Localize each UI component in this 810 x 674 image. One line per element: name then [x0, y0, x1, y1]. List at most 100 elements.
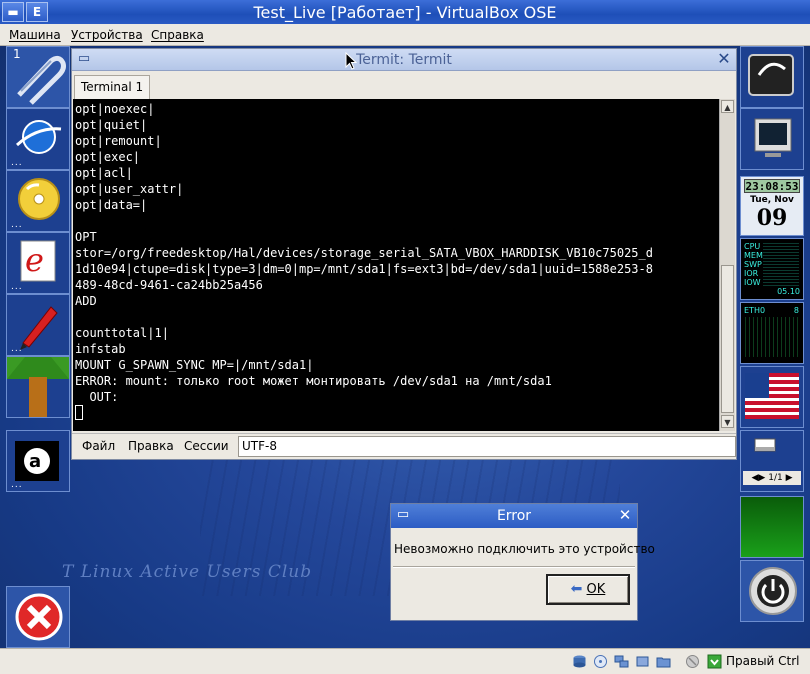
- date-weekday: Tue, Nov: [750, 195, 794, 205]
- terminal-icon: [748, 54, 794, 96]
- drive-icon: [754, 438, 776, 452]
- window-title: Test_Live [Работает] - VirtualBox OSE: [253, 3, 557, 22]
- close-icon[interactable]: ✕: [617, 508, 633, 523]
- terminal-line: stor=/org/freedesktop/Hal/devices/storag…: [75, 246, 653, 260]
- termit-titlebar[interactable]: ▭ Termit: Termit ✕: [72, 49, 736, 71]
- sysmon-value: 05.10: [777, 287, 800, 296]
- mouse-cursor-icon: [345, 52, 357, 70]
- terminal-scrollbar[interactable]: ▲ ▼: [719, 99, 735, 431]
- terminal-line: ADD: [75, 294, 97, 308]
- termit-title: Termit: Termit: [356, 52, 452, 68]
- divider: [393, 566, 635, 568]
- terminal-line: ERROR: mount: только root может монтиров…: [75, 374, 552, 388]
- scroll-down-icon[interactable]: ▼: [721, 415, 734, 428]
- terminal-line: opt|user_xattr|: [75, 182, 184, 196]
- dock-item-cd[interactable]: ...: [6, 170, 70, 232]
- ok-label: OK: [586, 582, 606, 597]
- dock-item-power[interactable]: [740, 560, 804, 622]
- menu-file[interactable]: Файл: [82, 439, 115, 453]
- dock-item-desktop-pager[interactable]: 1: [6, 46, 70, 108]
- svg-text:a: a: [29, 451, 41, 472]
- terminal-line: 489-48cd-9461-ca24bb25a456: [75, 278, 263, 292]
- monitor-icon: [754, 118, 792, 157]
- host-key-icon[interactable]: [707, 654, 722, 669]
- usb-icon[interactable]: [635, 654, 650, 669]
- us-flag-icon: [745, 373, 799, 419]
- termit-menubar: Файл Правка Сессии UTF-8: [72, 433, 736, 459]
- shared-folders-icon[interactable]: [656, 654, 671, 669]
- error-message: Невозможно подключить это устройство: [394, 542, 655, 556]
- menu-devices[interactable]: Устройства: [71, 28, 143, 42]
- sysmon-widget: CPU MEM SWP IOR IOW 05.10: [740, 238, 804, 300]
- terminal-line: opt|data=|: [75, 198, 148, 212]
- clock-widget: 23:08:53 Tue, Nov 09: [740, 176, 804, 236]
- terminal-prompt: [75, 405, 719, 421]
- desktop-number: 1: [13, 47, 21, 61]
- close-icon[interactable]: ✕: [716, 51, 732, 67]
- dock-item-terminal[interactable]: [740, 46, 804, 108]
- vbox-statusbar: Правый Ctrl: [0, 648, 810, 674]
- power-icon: [749, 567, 797, 615]
- terminal-line: opt|remount|: [75, 134, 162, 148]
- terminal-line: counttotal|1|: [75, 326, 169, 340]
- terminal-line: OUT:: [75, 390, 119, 404]
- dock-item-green[interactable]: [740, 496, 804, 558]
- mouse-integration-icon[interactable]: [685, 654, 700, 669]
- terminal-line: 1d10e94|ctupe=disk|type=3|dm=0|mp=/mnt/s…: [75, 262, 653, 276]
- pager-next-icon[interactable]: ▶: [783, 473, 793, 483]
- menu-help[interactable]: Справка: [151, 28, 204, 42]
- dock-item-monitor[interactable]: [740, 108, 804, 170]
- svg-text:e: e: [25, 241, 44, 279]
- right-dock: 23:08:53 Tue, Nov 09 CPU MEM SWP IOR IOW…: [740, 46, 806, 626]
- pager-prev-icon[interactable]: ◀▶: [752, 473, 769, 483]
- error-title: Error: [496, 508, 532, 524]
- error-titlebar[interactable]: ▭ Error ✕: [391, 504, 637, 528]
- menu-edit[interactable]: Правка: [128, 439, 174, 453]
- close-circle-icon: [15, 593, 63, 641]
- terminal-line: OPT: [75, 230, 97, 244]
- menu-sessions[interactable]: Сессии: [184, 439, 229, 453]
- guest-desktop: T Linux Active Users Club 1 ... ... e ..…: [0, 46, 810, 648]
- wallpaper-text: T Linux Active Users Club: [62, 562, 313, 582]
- vbox-menubar: Машина Устройства Справка: [0, 24, 810, 46]
- pager-widget[interactable]: ◀▶ 1/1 ▶: [740, 430, 804, 492]
- error-dialog: ▭ Error ✕ Невозможно подключить это устр…: [390, 503, 655, 621]
- terminal-line: opt|acl|: [75, 166, 133, 180]
- pager-control[interactable]: ◀▶ 1/1 ▶: [743, 471, 801, 485]
- network-widget: ETH0 8: [740, 302, 804, 364]
- dock-item-pen[interactable]: ...: [6, 294, 70, 356]
- clock-time: 23:08:53: [744, 179, 800, 193]
- dock-item-browser[interactable]: ...: [6, 108, 70, 170]
- terminal-line: infstab: [75, 342, 126, 356]
- dock-item-trash-tree[interactable]: [6, 356, 70, 419]
- sysmon-labels: CPU MEM SWP IOR IOW: [744, 242, 763, 287]
- terminal-line: opt|noexec|: [75, 102, 155, 116]
- dock-item-flag[interactable]: [740, 366, 804, 428]
- scroll-up-icon[interactable]: ▲: [721, 100, 734, 113]
- terminal-line: MOUNT G_SPAWN_SYNC MP=|/mnt/sda1|: [75, 358, 314, 372]
- dock-item-editor[interactable]: e ...: [6, 232, 70, 294]
- terminal-line: opt|quiet|: [75, 118, 148, 132]
- ok-button[interactable]: ⬅ OK: [546, 574, 630, 605]
- left-dock: 1 ... ... e ... ... a ...: [6, 46, 70, 492]
- hard-disk-icon[interactable]: [572, 654, 587, 669]
- encoding-field[interactable]: UTF-8: [238, 436, 736, 457]
- network-icon[interactable]: [614, 654, 629, 669]
- termit-tabs: Terminal 1: [72, 71, 736, 99]
- host-key-label: Правый Ctrl: [726, 654, 800, 668]
- net-label: ETH0: [744, 306, 766, 315]
- vbox-titlebar: ▬ E Test_Live [Работает] - VirtualBox OS…: [0, 0, 810, 24]
- ok-arrow-icon: ⬅: [570, 581, 583, 597]
- tree-icon: [7, 357, 69, 419]
- cd-drive-icon[interactable]: [593, 654, 608, 669]
- date-day: 09: [756, 205, 788, 231]
- menu-machine[interactable]: Машина: [9, 28, 61, 42]
- termit-window: ▭ Termit: Termit ✕ Terminal 1 opt|noexec…: [71, 48, 737, 460]
- dock-item-logout[interactable]: [6, 586, 70, 648]
- dock-item-a[interactable]: a ...: [6, 430, 70, 492]
- scroll-thumb[interactable]: [721, 265, 734, 413]
- tab-terminal-1[interactable]: Terminal 1: [74, 75, 151, 99]
- terminal-output[interactable]: opt|noexec| opt|quiet| opt|remount| opt|…: [73, 99, 719, 431]
